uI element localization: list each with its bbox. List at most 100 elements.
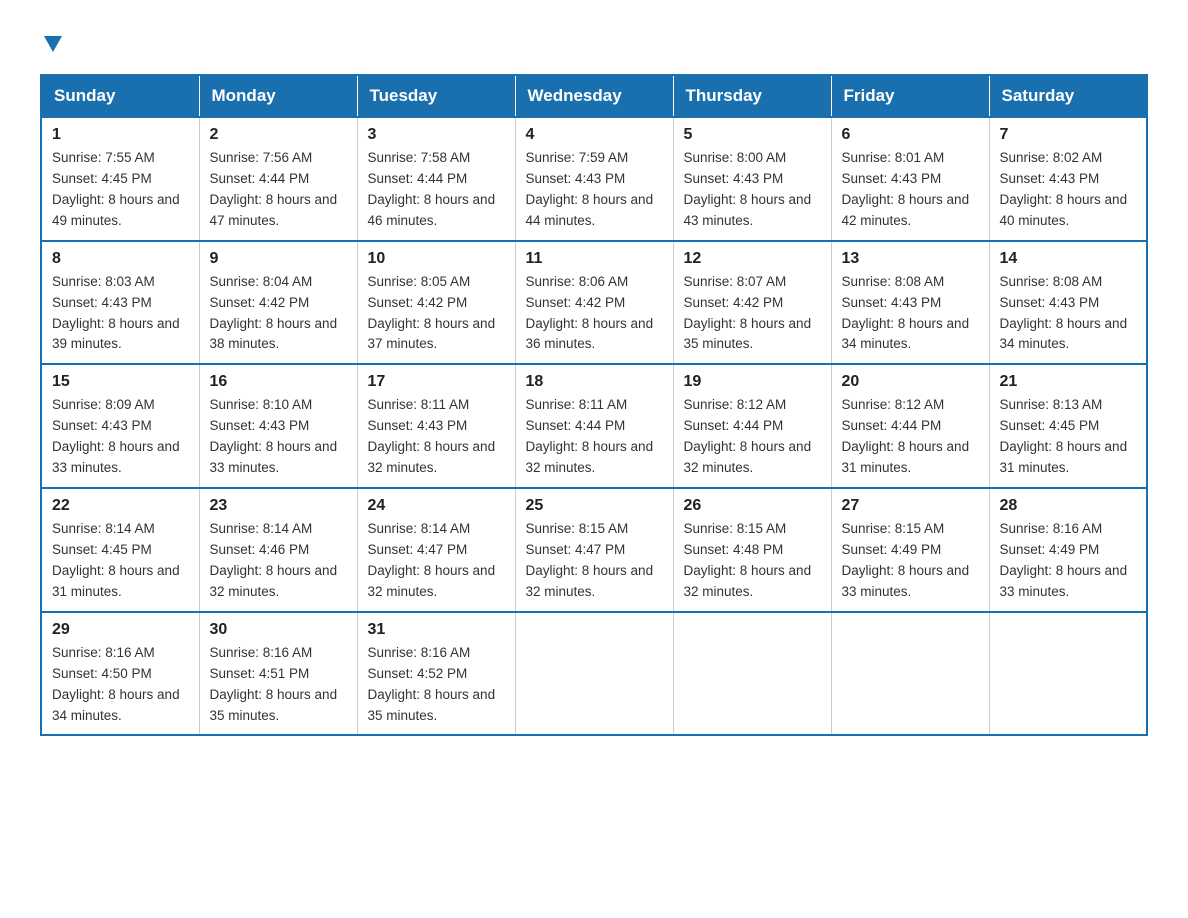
calendar-week-row: 22 Sunrise: 8:14 AMSunset: 4:45 PMDaylig… [41,488,1147,612]
logo [40,30,64,54]
calendar-cell: 30 Sunrise: 8:16 AMSunset: 4:51 PMDaylig… [199,612,357,736]
page-header [40,30,1148,54]
calendar-body: 1 Sunrise: 7:55 AMSunset: 4:45 PMDayligh… [41,117,1147,735]
calendar-header: SundayMondayTuesdayWednesdayThursdayFrid… [41,75,1147,117]
calendar-cell: 6 Sunrise: 8:01 AMSunset: 4:43 PMDayligh… [831,117,989,241]
weekday-header-wednesday: Wednesday [515,75,673,117]
day-info: Sunrise: 8:16 AMSunset: 4:52 PMDaylight:… [368,643,505,727]
day-number: 11 [526,250,663,268]
weekday-header-saturday: Saturday [989,75,1147,117]
day-number: 25 [526,497,663,515]
calendar-cell: 2 Sunrise: 7:56 AMSunset: 4:44 PMDayligh… [199,117,357,241]
day-info: Sunrise: 8:15 AMSunset: 4:49 PMDaylight:… [842,519,979,603]
calendar-cell: 28 Sunrise: 8:16 AMSunset: 4:49 PMDaylig… [989,488,1147,612]
calendar-cell: 25 Sunrise: 8:15 AMSunset: 4:47 PMDaylig… [515,488,673,612]
day-info: Sunrise: 8:11 AMSunset: 4:43 PMDaylight:… [368,395,505,479]
calendar-cell: 14 Sunrise: 8:08 AMSunset: 4:43 PMDaylig… [989,241,1147,365]
day-info: Sunrise: 8:15 AMSunset: 4:47 PMDaylight:… [526,519,663,603]
day-info: Sunrise: 8:15 AMSunset: 4:48 PMDaylight:… [684,519,821,603]
day-number: 16 [210,373,347,391]
day-number: 1 [52,126,189,144]
calendar-cell [673,612,831,736]
day-number: 17 [368,373,505,391]
day-info: Sunrise: 8:09 AMSunset: 4:43 PMDaylight:… [52,395,189,479]
day-number: 22 [52,497,189,515]
calendar-cell: 4 Sunrise: 7:59 AMSunset: 4:43 PMDayligh… [515,117,673,241]
calendar-cell: 22 Sunrise: 8:14 AMSunset: 4:45 PMDaylig… [41,488,199,612]
day-info: Sunrise: 7:58 AMSunset: 4:44 PMDaylight:… [368,148,505,232]
calendar-cell: 1 Sunrise: 7:55 AMSunset: 4:45 PMDayligh… [41,117,199,241]
day-number: 8 [52,250,189,268]
day-info: Sunrise: 8:12 AMSunset: 4:44 PMDaylight:… [684,395,821,479]
day-number: 18 [526,373,663,391]
weekday-header-row: SundayMondayTuesdayWednesdayThursdayFrid… [41,75,1147,117]
calendar-table: SundayMondayTuesdayWednesdayThursdayFrid… [40,74,1148,736]
day-info: Sunrise: 8:12 AMSunset: 4:44 PMDaylight:… [842,395,979,479]
calendar-cell: 29 Sunrise: 8:16 AMSunset: 4:50 PMDaylig… [41,612,199,736]
day-number: 2 [210,126,347,144]
day-number: 24 [368,497,505,515]
day-number: 27 [842,497,979,515]
day-info: Sunrise: 8:10 AMSunset: 4:43 PMDaylight:… [210,395,347,479]
day-number: 12 [684,250,821,268]
day-info: Sunrise: 8:04 AMSunset: 4:42 PMDaylight:… [210,272,347,356]
day-info: Sunrise: 8:16 AMSunset: 4:49 PMDaylight:… [1000,519,1137,603]
calendar-cell: 9 Sunrise: 8:04 AMSunset: 4:42 PMDayligh… [199,241,357,365]
day-number: 4 [526,126,663,144]
day-info: Sunrise: 7:55 AMSunset: 4:45 PMDaylight:… [52,148,189,232]
calendar-cell: 8 Sunrise: 8:03 AMSunset: 4:43 PMDayligh… [41,241,199,365]
day-number: 20 [842,373,979,391]
calendar-cell: 24 Sunrise: 8:14 AMSunset: 4:47 PMDaylig… [357,488,515,612]
calendar-cell: 21 Sunrise: 8:13 AMSunset: 4:45 PMDaylig… [989,364,1147,488]
day-info: Sunrise: 8:14 AMSunset: 4:46 PMDaylight:… [210,519,347,603]
day-info: Sunrise: 8:02 AMSunset: 4:43 PMDaylight:… [1000,148,1137,232]
day-info: Sunrise: 8:03 AMSunset: 4:43 PMDaylight:… [52,272,189,356]
day-info: Sunrise: 8:08 AMSunset: 4:43 PMDaylight:… [1000,272,1137,356]
day-number: 21 [1000,373,1137,391]
calendar-cell: 15 Sunrise: 8:09 AMSunset: 4:43 PMDaylig… [41,364,199,488]
day-info: Sunrise: 8:13 AMSunset: 4:45 PMDaylight:… [1000,395,1137,479]
weekday-header-tuesday: Tuesday [357,75,515,117]
logo-triangle-icon [42,32,64,54]
calendar-cell: 27 Sunrise: 8:15 AMSunset: 4:49 PMDaylig… [831,488,989,612]
day-info: Sunrise: 7:59 AMSunset: 4:43 PMDaylight:… [526,148,663,232]
day-info: Sunrise: 8:01 AMSunset: 4:43 PMDaylight:… [842,148,979,232]
day-number: 6 [842,126,979,144]
calendar-cell: 17 Sunrise: 8:11 AMSunset: 4:43 PMDaylig… [357,364,515,488]
day-info: Sunrise: 8:00 AMSunset: 4:43 PMDaylight:… [684,148,821,232]
day-number: 28 [1000,497,1137,515]
day-number: 14 [1000,250,1137,268]
calendar-week-row: 1 Sunrise: 7:55 AMSunset: 4:45 PMDayligh… [41,117,1147,241]
day-info: Sunrise: 8:14 AMSunset: 4:47 PMDaylight:… [368,519,505,603]
day-info: Sunrise: 8:07 AMSunset: 4:42 PMDaylight:… [684,272,821,356]
calendar-cell: 20 Sunrise: 8:12 AMSunset: 4:44 PMDaylig… [831,364,989,488]
day-number: 26 [684,497,821,515]
calendar-week-row: 15 Sunrise: 8:09 AMSunset: 4:43 PMDaylig… [41,364,1147,488]
calendar-cell: 19 Sunrise: 8:12 AMSunset: 4:44 PMDaylig… [673,364,831,488]
calendar-cell: 26 Sunrise: 8:15 AMSunset: 4:48 PMDaylig… [673,488,831,612]
day-info: Sunrise: 8:05 AMSunset: 4:42 PMDaylight:… [368,272,505,356]
calendar-cell: 3 Sunrise: 7:58 AMSunset: 4:44 PMDayligh… [357,117,515,241]
day-number: 5 [684,126,821,144]
calendar-week-row: 8 Sunrise: 8:03 AMSunset: 4:43 PMDayligh… [41,241,1147,365]
calendar-cell [515,612,673,736]
calendar-cell: 16 Sunrise: 8:10 AMSunset: 4:43 PMDaylig… [199,364,357,488]
calendar-cell [831,612,989,736]
weekday-header-sunday: Sunday [41,75,199,117]
day-number: 3 [368,126,505,144]
calendar-cell [989,612,1147,736]
day-number: 30 [210,621,347,639]
calendar-cell: 13 Sunrise: 8:08 AMSunset: 4:43 PMDaylig… [831,241,989,365]
calendar-cell: 23 Sunrise: 8:14 AMSunset: 4:46 PMDaylig… [199,488,357,612]
weekday-header-friday: Friday [831,75,989,117]
calendar-cell: 31 Sunrise: 8:16 AMSunset: 4:52 PMDaylig… [357,612,515,736]
day-info: Sunrise: 8:16 AMSunset: 4:50 PMDaylight:… [52,643,189,727]
day-number: 10 [368,250,505,268]
day-number: 7 [1000,126,1137,144]
calendar-cell: 11 Sunrise: 8:06 AMSunset: 4:42 PMDaylig… [515,241,673,365]
weekday-header-monday: Monday [199,75,357,117]
calendar-cell: 7 Sunrise: 8:02 AMSunset: 4:43 PMDayligh… [989,117,1147,241]
day-number: 9 [210,250,347,268]
calendar-cell: 10 Sunrise: 8:05 AMSunset: 4:42 PMDaylig… [357,241,515,365]
calendar-week-row: 29 Sunrise: 8:16 AMSunset: 4:50 PMDaylig… [41,612,1147,736]
